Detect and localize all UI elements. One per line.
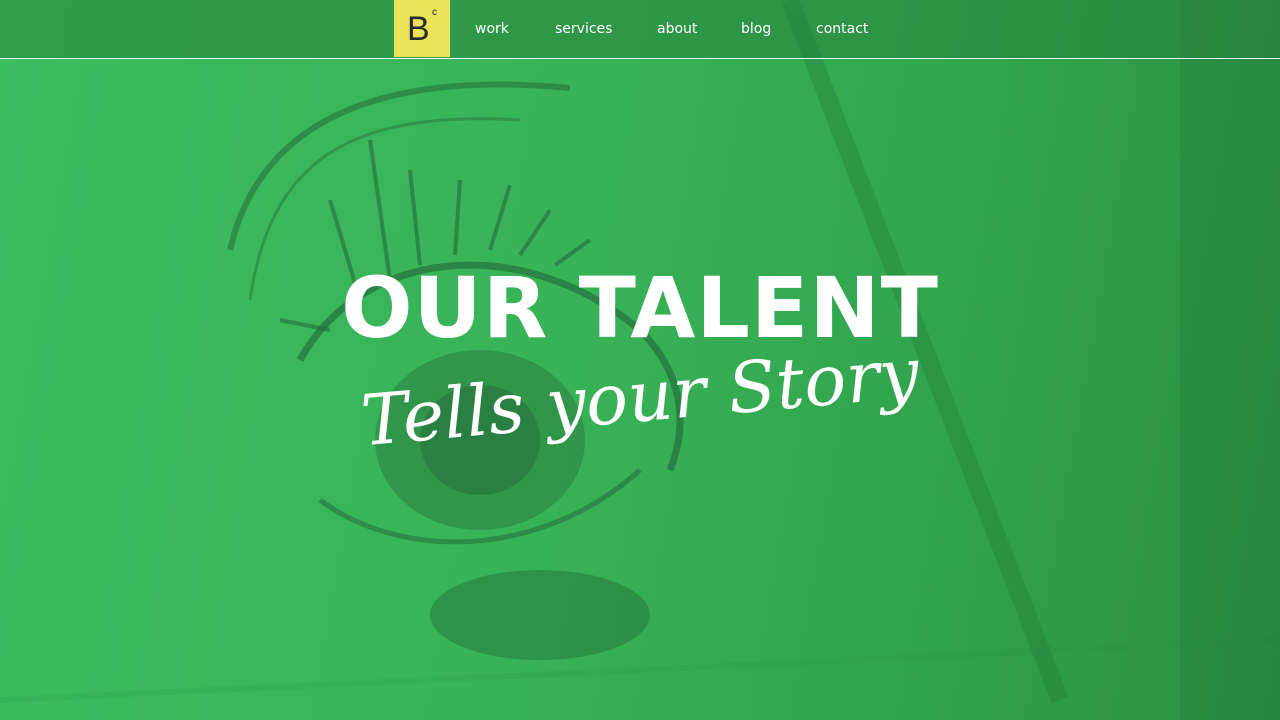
top-navigation-bar: B c work services about blog contact xyxy=(0,0,1280,59)
nav-item-about[interactable]: about xyxy=(657,20,697,38)
main-nav: work services about blog contact xyxy=(0,0,1280,58)
nav-item-blog[interactable]: blog xyxy=(741,20,771,38)
nav-item-work[interactable]: work xyxy=(475,20,509,38)
nav-item-contact[interactable]: contact xyxy=(816,20,868,38)
nav-item-services[interactable]: services xyxy=(555,20,612,38)
